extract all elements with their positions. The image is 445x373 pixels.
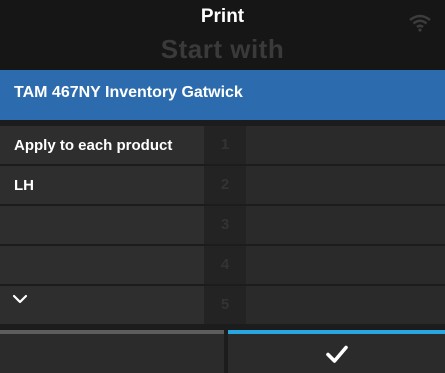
selected-template-label: TAM 467NY Inventory Gatwick [14,84,243,101]
header-ghost-text: Start with [160,34,285,64]
list-item[interactable]: LH 2 [0,166,445,204]
checkmark-icon [325,345,348,363]
list-item[interactable]: 4 [0,246,445,284]
list-item-label: LH [14,177,34,194]
wifi-icon [409,14,431,32]
list-item-number-cell: 2 [204,166,246,204]
list-item-number: 4 [220,256,230,273]
list-item-number: 1 [220,136,230,153]
list-item-cell: Apply to each product [0,126,204,164]
list-item-number-cell: 1 [204,126,246,164]
header-bar: Print Start with [0,0,445,70]
chevron-down-icon[interactable] [10,289,30,309]
list-item-cell [0,206,204,244]
list-item-cell [0,286,204,324]
list-item[interactable]: Apply to each product 1 [0,126,445,164]
list-item-number-cell: 5 [204,286,246,324]
list-item-value-cell [246,126,445,164]
list-item[interactable]: 5 [0,286,445,324]
selected-template-bar[interactable]: TAM 467NY Inventory Gatwick [0,70,445,120]
list-item-number: 2 [220,176,230,193]
field-list: Apply to each product 1 LH 2 3 4 5 [0,120,445,330]
cancel-button[interactable] [0,330,224,373]
list-item-label: Apply to each product [14,137,173,154]
page-title: Print [200,6,245,27]
list-item-cell: LH [0,166,204,204]
list-item-value-cell [246,246,445,284]
list-item-value-cell [246,166,445,204]
list-item-value-cell [246,286,445,324]
list-item[interactable]: 3 [0,206,445,244]
list-item-number-cell: 3 [204,206,246,244]
list-item-number: 3 [220,216,230,233]
footer-bar [0,330,445,373]
list-item-number: 5 [220,296,230,313]
confirm-button[interactable] [228,330,445,373]
list-item-value-cell [246,206,445,244]
list-item-number-cell: 4 [204,246,246,284]
list-item-cell [0,246,204,284]
